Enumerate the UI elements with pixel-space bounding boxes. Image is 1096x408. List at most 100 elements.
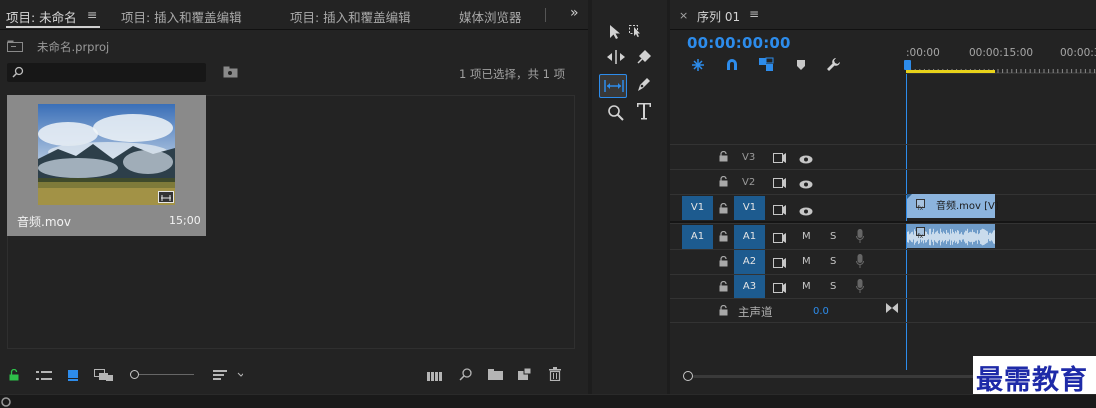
track-label-v1[interactable]: V1 [734, 196, 765, 220]
type-tool-icon[interactable] [636, 102, 654, 124]
playhead-handle[interactable] [904, 60, 911, 70]
waveform-bar [927, 233, 928, 241]
track-label-a2[interactable]: A2 [734, 250, 765, 274]
overflow-icon[interactable]: » [570, 5, 579, 21]
tab-project-insert-2[interactable]: 项目: 插入和覆盖编辑 [290, 7, 411, 26]
solo-button[interactable]: S [830, 281, 836, 292]
mute-button[interactable]: M [802, 281, 811, 292]
timeline-zoom-handle[interactable] [683, 371, 693, 381]
waveform-bar [953, 231, 954, 243]
video-clip[interactable]: fx 音频.mov [V] [907, 194, 999, 218]
mute-button[interactable]: M [802, 256, 811, 267]
search-input[interactable] [7, 63, 206, 82]
track-lock-icon[interactable] [719, 255, 728, 270]
trash-icon[interactable] [549, 367, 561, 384]
waveform-bar [982, 228, 983, 246]
razor-tool-icon[interactable] [636, 49, 652, 68]
audio-clip[interactable]: fx [907, 224, 995, 248]
svg-text:fx: fx [918, 233, 924, 239]
waveform-bar [974, 232, 975, 242]
sort-icon[interactable] [213, 369, 245, 384]
pen-tool-icon[interactable] [635, 77, 653, 96]
wrench-icon[interactable] [826, 57, 841, 75]
solo-button[interactable]: S [830, 231, 836, 242]
track-lock-icon[interactable] [719, 150, 728, 165]
voiceover-mic-icon[interactable] [856, 279, 864, 296]
tab-sequence-01[interactable]: 序列 01 [697, 8, 740, 25]
track-lock-icon[interactable] [719, 230, 728, 245]
source-patch-a1[interactable]: A1 [682, 225, 713, 249]
master-volume-value[interactable]: 0.0 [813, 306, 829, 317]
sync-lock-icon[interactable] [773, 282, 787, 296]
hand-zoom-tool-icon[interactable] [607, 104, 624, 124]
eye-icon[interactable] [799, 153, 813, 167]
track-label-v2[interactable]: V2 [742, 177, 755, 188]
new-search-bin-icon[interactable] [223, 66, 238, 81]
add-marker-icon[interactable] [796, 59, 806, 74]
waveform-bar [968, 232, 969, 242]
source-patch-v1[interactable]: V1 [682, 196, 713, 220]
waveform-bar [910, 233, 911, 241]
waveform-bar [978, 234, 979, 240]
linked-selection-icon[interactable] [758, 57, 774, 75]
fx-badge-icon: fx [916, 227, 925, 240]
clip-thumbnail-card[interactable]: 音频.mov 15;00 [7, 95, 206, 236]
nest-toggle-icon[interactable] [691, 58, 705, 75]
ripple-edit-tool-icon[interactable] [606, 50, 626, 67]
solo-button[interactable]: S [830, 256, 836, 267]
new-item-icon[interactable] [518, 367, 532, 383]
voiceover-mic-icon[interactable] [856, 229, 864, 246]
waveform-bar [971, 232, 972, 242]
slip-tool-icon [604, 80, 624, 95]
tools-panel [592, 0, 667, 394]
tab-project-insert-1[interactable]: 项目: 插入和覆盖编辑 [121, 7, 242, 26]
timeline-scrollbar[interactable] [693, 375, 993, 378]
track-lock-icon[interactable] [719, 304, 728, 319]
waveform-bar [962, 234, 963, 240]
tab-menu-icon[interactable]: ≡ [87, 7, 97, 22]
list-view-icon[interactable] [36, 370, 52, 384]
icon-view-icon[interactable] [67, 369, 79, 384]
tab-media-browser[interactable]: 媒体浏览器 [459, 7, 522, 26]
go-to-in-out-icon[interactable] [886, 302, 898, 316]
waveform-bar [976, 233, 977, 241]
find-icon[interactable] [459, 368, 472, 384]
voiceover-mic-icon[interactable] [856, 254, 864, 271]
close-sequence-icon[interactable]: × [679, 9, 688, 22]
freeform-view-icon[interactable] [94, 369, 114, 384]
track-lock-icon[interactable] [719, 202, 728, 217]
sync-lock-icon[interactable] [773, 257, 787, 271]
slip-tool-button[interactable] [599, 74, 627, 98]
track-label-a1[interactable]: A1 [734, 225, 765, 249]
sync-lock-icon[interactable] [773, 204, 787, 218]
sync-lock-icon[interactable] [773, 152, 787, 166]
eye-icon[interactable] [799, 178, 813, 192]
lock-icon[interactable] [9, 368, 19, 384]
track-lock-icon[interactable] [719, 280, 728, 295]
waveform-bar [963, 234, 964, 240]
automate-to-sequence-icon[interactable] [427, 370, 443, 384]
time-ruler[interactable]: :00:00 00:00:15:00 00:00:3 [904, 30, 1096, 75]
snap-magnet-icon[interactable] [725, 58, 739, 74]
mute-button[interactable]: M [802, 231, 811, 242]
waveform-bar [942, 233, 943, 241]
tab-project-untitled[interactable]: 项目: 未命名 [6, 7, 77, 26]
sync-lock-icon[interactable] [773, 177, 787, 191]
waveform-bar [989, 232, 990, 242]
waveform-bar [961, 232, 962, 242]
waveform-bar [908, 231, 909, 243]
sequence-menu-icon[interactable]: ≡ [749, 7, 759, 21]
eye-icon[interactable] [799, 205, 813, 219]
waveform-bar [949, 234, 950, 240]
sync-lock-icon[interactable] [773, 232, 787, 246]
playhead-timecode[interactable]: 00:00:00:00 [687, 34, 791, 52]
selection-tool-icon[interactable] [608, 24, 622, 43]
zoom-slider[interactable] [126, 370, 194, 380]
track-label-a3[interactable]: A3 [734, 275, 765, 299]
new-bin-icon[interactable] [488, 369, 503, 383]
track-label-v3[interactable]: V3 [742, 152, 755, 163]
clip-name: 音频.mov [17, 215, 71, 229]
track-lock-icon[interactable] [719, 175, 728, 190]
track-select-tool-icon[interactable] [625, 24, 645, 41]
watermark-box: 最需教育 [973, 356, 1096, 396]
